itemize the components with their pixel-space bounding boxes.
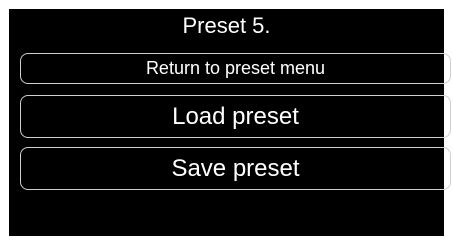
load-button-label: Load preset [172,102,299,130]
return-to-preset-menu-button[interactable]: Return to preset menu [20,53,451,84]
save-button-label: Save preset [171,154,300,182]
preset-screen: Preset 5. Return to preset menu Load pre… [9,9,451,236]
return-button-label: Return to preset menu [145,58,326,78]
page-title: Preset 5. [182,13,271,38]
save-preset-button[interactable]: Save preset [20,147,451,190]
load-preset-button[interactable]: Load preset [20,95,451,138]
